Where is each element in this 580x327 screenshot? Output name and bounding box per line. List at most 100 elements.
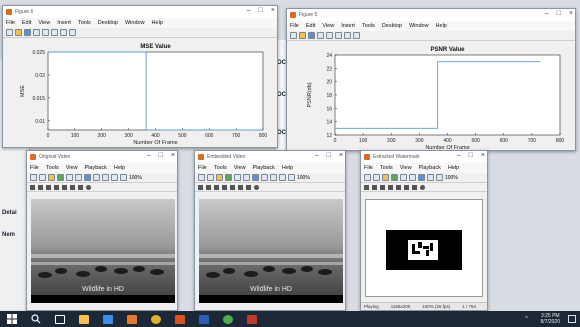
menu-help[interactable]: Help	[114, 165, 125, 171]
maximize-icon[interactable]: □	[469, 152, 473, 159]
step-forward-icon[interactable]	[404, 184, 409, 190]
notification-icon[interactable]	[568, 315, 576, 323]
extracted-watermark-titlebar[interactable]: Extracted Watermark – □ ×	[361, 151, 487, 163]
taskbar-chrome-2[interactable]	[216, 311, 240, 327]
zoom-out-icon[interactable]	[102, 174, 109, 181]
zoom-in-icon[interactable]	[427, 174, 434, 181]
step-forward-icon[interactable]	[70, 184, 75, 190]
menu-edit[interactable]: Edit	[22, 20, 31, 26]
taskbar-word[interactable]	[192, 311, 216, 327]
step-back-icon[interactable]	[372, 184, 377, 190]
menu-window[interactable]: Window	[409, 23, 429, 29]
close-icon[interactable]: ×	[271, 7, 275, 14]
insert-colorbar-icon[interactable]	[335, 32, 342, 39]
go-to-end-icon[interactable]	[246, 184, 251, 190]
step-back-icon[interactable]	[38, 184, 43, 190]
link-icon[interactable]	[326, 32, 333, 39]
loop-icon[interactable]	[254, 184, 259, 190]
menu-view[interactable]: View	[66, 165, 78, 171]
figure6-window[interactable]: Figure 6 – □ × File Edit View Insert Too…	[2, 5, 278, 148]
menu-file[interactable]: File	[290, 23, 299, 29]
maximize-icon[interactable]: □	[557, 10, 561, 17]
menu-playback[interactable]: Playback	[85, 165, 107, 171]
menu-file[interactable]: File	[6, 20, 15, 26]
menu-tools[interactable]: Tools	[380, 165, 393, 171]
insert-legend-icon[interactable]	[60, 29, 67, 36]
step-forward-icon[interactable]	[238, 184, 243, 190]
minimize-icon[interactable]: –	[545, 10, 549, 17]
stop-icon[interactable]	[214, 184, 219, 190]
info-icon[interactable]	[84, 174, 91, 181]
save-icon[interactable]	[24, 29, 31, 36]
go-to-start-icon[interactable]	[30, 184, 35, 190]
play-icon[interactable]	[54, 184, 59, 190]
embedded-video-titlebar[interactable]: Embedded Video – □ ×	[195, 151, 345, 163]
menu-file[interactable]: File	[198, 165, 207, 171]
open-icon[interactable]	[299, 32, 306, 39]
link-icon[interactable]	[42, 29, 49, 36]
minimize-icon[interactable]: –	[315, 152, 319, 159]
properties-icon[interactable]	[400, 174, 407, 181]
menu-tools[interactable]: Tools	[362, 23, 375, 29]
fit-icon[interactable]	[120, 174, 127, 181]
new-icon[interactable]	[364, 174, 371, 181]
zoom-out-icon[interactable]	[270, 174, 277, 181]
figure6-titlebar[interactable]: Figure 6 – □ ×	[3, 6, 277, 18]
print-icon[interactable]	[373, 174, 380, 181]
menu-view[interactable]: View	[38, 20, 50, 26]
menu-view[interactable]: View	[234, 165, 246, 171]
menu-desktop[interactable]: Desktop	[382, 23, 402, 29]
menu-help[interactable]: Help	[448, 165, 459, 171]
close-icon[interactable]: ×	[481, 152, 485, 159]
search-button[interactable]	[24, 311, 48, 327]
maximize-icon[interactable]: □	[259, 7, 263, 14]
zoom-level[interactable]: 100%	[297, 175, 310, 181]
new-figure-icon[interactable]	[290, 32, 297, 39]
menu-tools[interactable]: Tools	[46, 165, 59, 171]
export-icon[interactable]	[57, 174, 64, 181]
go-to-start-icon[interactable]	[364, 184, 369, 190]
menu-file[interactable]: File	[364, 165, 373, 171]
print-icon[interactable]	[39, 174, 46, 181]
figure5-window[interactable]: Figure 5 – □ × File Edit View Insert Too…	[286, 8, 576, 151]
close-icon[interactable]: ×	[569, 10, 573, 17]
zoom-in-icon[interactable]	[261, 174, 268, 181]
menu-help[interactable]: Help	[282, 165, 293, 171]
extracted-watermark-window[interactable]: Extracted Watermark – □ × File Tools Vie…	[360, 150, 488, 311]
minimize-icon[interactable]: –	[147, 152, 151, 159]
insert-legend-icon[interactable]	[344, 32, 351, 39]
step-back-icon[interactable]	[206, 184, 211, 190]
menu-view[interactable]: View	[400, 165, 412, 171]
taskbar-store[interactable]	[96, 311, 120, 327]
task-view-button[interactable]	[48, 311, 72, 327]
pause-icon[interactable]	[396, 184, 401, 190]
original-video-titlebar[interactable]: Original Video – □ ×	[27, 151, 177, 163]
system-clock[interactable]: 3:25 PM 8/7/2020	[541, 313, 560, 325]
go-to-end-icon[interactable]	[412, 184, 417, 190]
menu-file[interactable]: File	[30, 165, 39, 171]
tray-chevron-icon[interactable]: ^	[525, 316, 528, 322]
export-icon[interactable]	[225, 174, 232, 181]
taskbar-app-orange[interactable]	[120, 311, 144, 327]
taskbar-matlab[interactable]	[168, 311, 192, 327]
maximize-icon[interactable]: □	[159, 152, 163, 159]
open-icon[interactable]	[216, 174, 223, 181]
play-icon[interactable]	[222, 184, 227, 190]
insert-colorbar-icon[interactable]	[51, 29, 58, 36]
new-figure-icon[interactable]	[6, 29, 13, 36]
open-icon[interactable]	[382, 174, 389, 181]
menu-edit[interactable]: Edit	[306, 23, 315, 29]
menu-desktop[interactable]: Desktop	[98, 20, 118, 26]
menu-tools[interactable]: Tools	[214, 165, 227, 171]
stop-icon[interactable]	[46, 184, 51, 190]
start-button[interactable]	[0, 311, 24, 327]
open-icon[interactable]	[15, 29, 22, 36]
minimize-icon[interactable]: –	[457, 152, 461, 159]
menu-help[interactable]: Help	[152, 20, 163, 26]
menu-tools[interactable]: Tools	[78, 20, 91, 26]
export-icon[interactable]	[391, 174, 398, 181]
stop-icon[interactable]	[380, 184, 385, 190]
taskbar-app-red[interactable]	[240, 311, 264, 327]
close-icon[interactable]: ×	[339, 152, 343, 159]
fit-icon[interactable]	[288, 174, 295, 181]
